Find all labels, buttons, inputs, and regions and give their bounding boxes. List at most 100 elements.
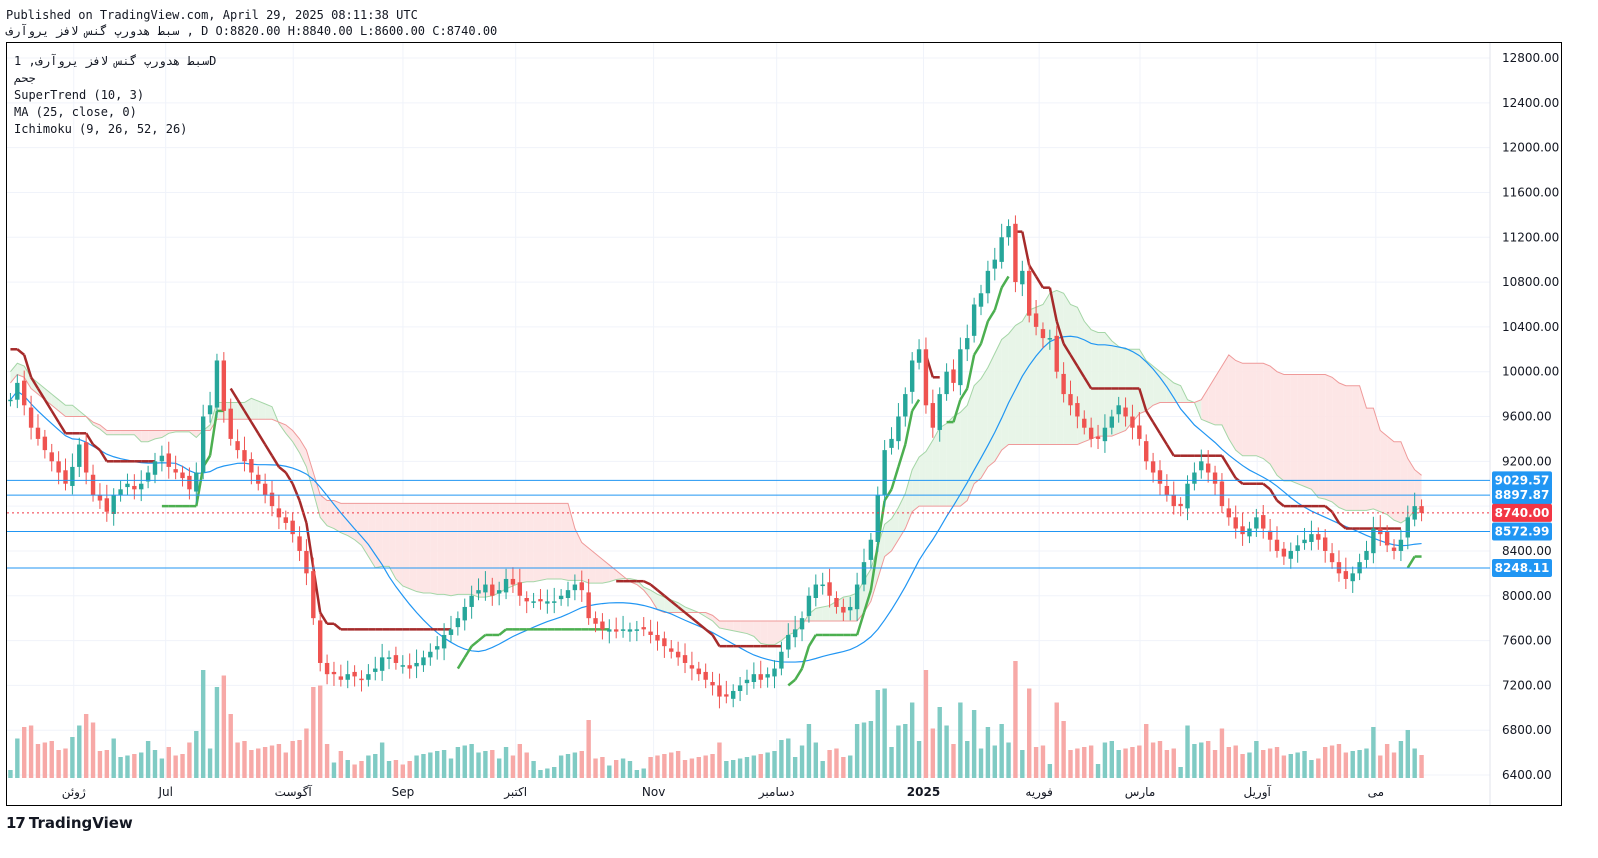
volume-bar — [1164, 750, 1170, 778]
volume-bar — [35, 744, 41, 778]
x-tick-label: فوریه — [1025, 785, 1053, 800]
candle-body — [1391, 547, 1397, 551]
y-tick-label: 8000.00 — [1502, 589, 1552, 603]
x-tick-label: اکتبر — [503, 785, 527, 800]
ichimoku-cloud-segment — [251, 398, 259, 420]
volume-bar — [999, 724, 1004, 778]
candle-body — [90, 474, 96, 495]
volume-bar — [15, 738, 20, 778]
ichimoku-cloud-segment — [1277, 371, 1284, 481]
candle-body — [469, 595, 474, 607]
volume-bar — [545, 768, 550, 778]
ichimoku-cloud-segment — [444, 503, 451, 596]
supertrend-segment — [1152, 421, 1162, 434]
volume-bar — [1419, 755, 1424, 778]
ichimoku-cloud-segment — [478, 503, 486, 598]
legend-symbol[interactable]: سبط هدورپ گنس لافز یروآرف, 1D — [14, 53, 216, 70]
candle-body — [1144, 441, 1149, 462]
volume-bar — [786, 738, 791, 778]
volume-bar — [214, 687, 220, 778]
volume-bar — [717, 742, 722, 778]
volume-bar — [985, 727, 991, 778]
candle-body — [854, 584, 860, 610]
candle-body — [1116, 405, 1121, 415]
candle-body — [400, 665, 406, 667]
legend-supertrend[interactable]: SuperTrend (10, 3) — [14, 87, 216, 104]
ichimoku-cloud-segment — [1394, 441, 1401, 523]
candle-body — [572, 584, 578, 591]
supertrend-segment — [264, 443, 274, 457]
candle-body — [421, 657, 426, 666]
candle-body — [930, 403, 936, 428]
candle-body — [111, 494, 116, 514]
y-tick-label: 6400.00 — [1502, 768, 1552, 782]
volume-bar — [249, 750, 254, 778]
candle-body — [1157, 470, 1163, 484]
volume-bar — [1123, 748, 1128, 778]
candle-body — [1088, 427, 1094, 439]
candle-body — [1150, 461, 1156, 473]
candle-body — [813, 584, 819, 598]
tradingview-logo[interactable]: 17 TradingView — [6, 814, 133, 832]
candle-body — [882, 450, 887, 495]
volume-bar — [503, 747, 509, 778]
candle-body — [1130, 416, 1135, 428]
ichimoku-cloud-segment — [423, 503, 431, 593]
ichimoku-cloud-segment — [822, 605, 830, 621]
volume-bar — [627, 761, 633, 778]
candle-body — [1199, 461, 1204, 471]
price-chart[interactable]: 6400.00 6800.00 7200.00 7600.00 8000.00 8400.… — [0, 0, 1598, 858]
volume-bar — [600, 757, 605, 778]
volume-bar — [28, 725, 34, 778]
volume-bar — [331, 762, 337, 778]
legend-ma[interactable]: MA (25, close, 0) — [14, 104, 216, 121]
candle-body — [283, 517, 288, 523]
ichimoku-cloud-segment — [1208, 377, 1216, 425]
volume-bar — [97, 751, 103, 778]
ichimoku-cloud-segment — [113, 430, 121, 435]
volume-bar — [517, 744, 523, 778]
volume-bar — [345, 760, 350, 778]
volume-bar — [930, 728, 936, 778]
ichimoku-cloud-segment — [1242, 363, 1250, 456]
volume-bar — [923, 670, 929, 778]
supertrend-segment — [959, 387, 969, 401]
volume-bar — [641, 768, 646, 778]
candle-body — [256, 474, 261, 484]
supertrend-segment — [463, 645, 473, 659]
candle-body — [1419, 506, 1424, 513]
volume-bar — [166, 747, 171, 778]
volume-bar — [56, 750, 61, 778]
ichimoku-cloud-segment — [120, 430, 128, 435]
y-tick-label: 11200.00 — [1502, 230, 1559, 244]
candle-body — [524, 597, 529, 602]
ichimoku-cloud-segment — [106, 430, 114, 435]
ichimoku-cloud-segment — [519, 503, 527, 584]
volume-bar — [111, 738, 116, 778]
ichimoku-cloud-segment — [354, 503, 362, 546]
supertrend-segment — [897, 444, 907, 468]
candle-body — [352, 671, 357, 677]
candle-body — [586, 592, 591, 619]
ichimoku-cloud-segment — [464, 503, 472, 595]
candle-body — [386, 657, 392, 659]
ichimoku-cloud-segment — [395, 503, 403, 586]
supertrend-segment — [794, 667, 804, 681]
volume-bar — [276, 744, 282, 778]
x-tick-label: ژوئن — [62, 785, 86, 800]
supertrend-segment — [257, 432, 267, 446]
candle-body — [965, 338, 970, 350]
legend-ichimoku[interactable]: Ichimoku (9, 26, 52, 26) — [14, 121, 216, 138]
candle-body — [841, 606, 846, 613]
candle-body — [407, 665, 412, 669]
candle-body — [861, 562, 867, 585]
supertrend-segment — [1406, 555, 1416, 569]
volume-bar — [1309, 760, 1314, 778]
volume-bar — [909, 702, 915, 778]
volume-bar — [1267, 748, 1273, 778]
volume-bar — [1205, 741, 1211, 778]
candle-body — [510, 578, 516, 585]
candle-body — [1329, 553, 1335, 563]
candle-body — [999, 237, 1004, 262]
volume-bar — [510, 755, 516, 778]
